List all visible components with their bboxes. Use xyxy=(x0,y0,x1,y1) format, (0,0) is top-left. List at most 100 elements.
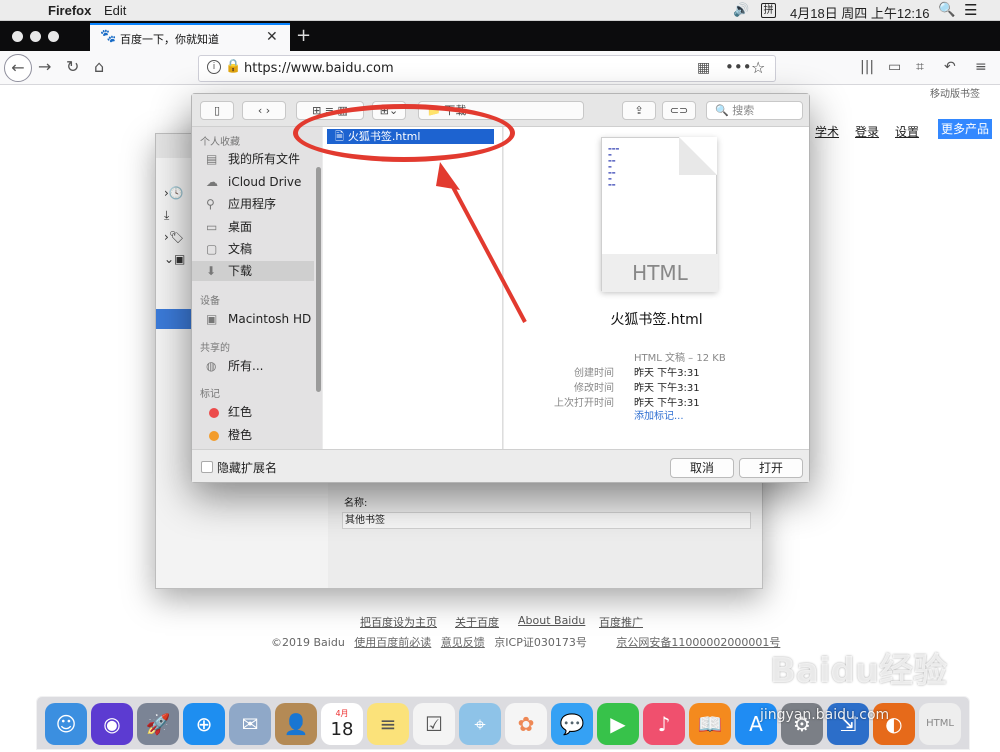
tab-baidu[interactable]: 🐾 百度一下，你就知道 ✕ xyxy=(90,23,290,51)
messages-icon[interactable]: 💬 xyxy=(551,703,593,745)
url-bar[interactable]: i 🔒 https://www.baidu.com ▦ ••• ☆ xyxy=(198,55,776,82)
sidebar-item-desktop[interactable]: ▭ 桌面 xyxy=(192,217,314,237)
sidebar-item-shared-all[interactable]: ◍ 所有... xyxy=(192,356,314,376)
annotation-ellipse xyxy=(293,104,515,162)
tag-button[interactable]: ⊂⊃ xyxy=(662,101,696,120)
opened-label: 上次打开时间 xyxy=(554,398,614,409)
home-icon[interactable]: ⌂ xyxy=(94,57,104,76)
reminders-icon[interactable]: ☑ xyxy=(413,703,455,745)
downloads-stack-icon[interactable]: HTML xyxy=(919,703,961,745)
volume-icon[interactable]: 🔊 xyxy=(733,2,749,18)
history-icon[interactable]: ›🕓 xyxy=(164,186,184,200)
mail-icon[interactable]: ✉ xyxy=(229,703,271,745)
sidebar-item-applications[interactable]: ⚲ 应用程序 xyxy=(192,194,314,214)
footer-link-about-en[interactable]: About Baidu xyxy=(518,614,585,627)
facetime-icon[interactable]: ▶ xyxy=(597,703,639,745)
siri-icon[interactable]: ◉ xyxy=(91,703,133,745)
new-tab-icon[interactable]: + xyxy=(296,25,311,46)
sidebar-icon[interactable]: ▭ xyxy=(888,59,901,75)
sidebar-item-tag-orange[interactable]: 橙色 xyxy=(192,425,314,445)
modified-value: 昨天 下午3:31 xyxy=(634,383,700,394)
cancel-button[interactable]: 取消 xyxy=(670,458,734,478)
input-method-icon[interactable]: 拼 xyxy=(761,3,776,18)
window-close-button[interactable] xyxy=(12,31,23,42)
safari-icon[interactable]: ⊕ xyxy=(183,703,225,745)
library-selected-row[interactable] xyxy=(156,309,196,329)
photos-icon[interactable]: ✿ xyxy=(505,703,547,745)
tags-icon[interactable]: ›🏷 xyxy=(164,230,184,244)
sidebar-item-downloads[interactable]: ⬇ 下载 xyxy=(192,261,314,281)
downloads-icon[interactable]: ⤓ xyxy=(164,208,169,223)
contacts-icon[interactable]: 👤 xyxy=(275,703,317,745)
finder-icon[interactable]: ☺ xyxy=(45,703,87,745)
baidu-link-xueshu[interactable]: 学术 xyxy=(815,123,839,140)
hamburger-menu-icon[interactable]: ≡ xyxy=(975,59,987,75)
window-zoom-button[interactable] xyxy=(48,31,59,42)
mac-menubar: Firefox Edit 🔊 拼 4月18日 周四 上午12:16 🔍 ☰ xyxy=(0,0,1000,21)
share-button[interactable]: ⇪ xyxy=(622,101,656,120)
hide-extension-checkbox[interactable] xyxy=(201,461,213,473)
baidu-jingyan-watermark: Baidu经验 xyxy=(770,651,948,691)
cloud-icon: ☁ xyxy=(206,175,218,189)
footer-link-promote[interactable]: 百度推广 xyxy=(599,614,643,630)
baidu-link-login[interactable]: 登录 xyxy=(855,123,879,140)
notification-center-icon[interactable]: ☰ xyxy=(964,1,977,19)
dialog-search-input[interactable]: 🔍 搜索 xyxy=(706,101,803,120)
notes-icon[interactable]: ≡ xyxy=(367,703,409,745)
screenshot-icon[interactable]: ⌗ xyxy=(916,59,924,75)
calendar-day: 18 xyxy=(330,719,354,740)
baidu-link-settings[interactable]: 设置 xyxy=(895,123,919,140)
preview-filename: 火狐书签.html xyxy=(610,312,703,328)
footer-terms-link[interactable]: 使用百度前必读 xyxy=(354,636,431,649)
sidebar-item-all-files[interactable]: ▤ 我的所有文件 xyxy=(192,149,314,169)
back-forward-buttons[interactable]: ‹ › xyxy=(242,101,286,120)
url-text[interactable]: https://www.baidu.com xyxy=(244,61,394,76)
add-tags-link[interactable]: 添加标记... xyxy=(634,407,684,422)
preview-kind-size: HTML 文稿 – 12 KB xyxy=(634,353,726,364)
footer-police-record[interactable]: 京公网安备11000002000001号 xyxy=(616,636,780,649)
itunes-icon[interactable]: ♪ xyxy=(643,703,685,745)
footer-feedback-link[interactable]: 意见反馈 xyxy=(441,636,485,649)
all-bookmarks-icon[interactable]: ⌄▣ xyxy=(164,252,185,266)
menubar-clock[interactable]: 4月18日 周四 上午12:16 xyxy=(790,3,929,22)
calendar-icon[interactable]: 4月 18 xyxy=(321,703,363,745)
launchpad-icon[interactable]: 🚀 xyxy=(137,703,179,745)
bookmark-star-icon[interactable]: ☆ xyxy=(751,58,765,77)
library-icon[interactable]: ||| xyxy=(860,59,874,75)
back-button[interactable]: ← xyxy=(4,54,32,82)
sidebar-item-macintosh-hd[interactable]: ▣ Macintosh HD xyxy=(192,309,314,329)
red-tag-dot xyxy=(209,408,219,418)
spotlight-icon[interactable]: 🔍 xyxy=(938,1,955,18)
menu-app-name[interactable]: Firefox xyxy=(48,3,91,18)
sidebar-item-tag-red[interactable]: 红色 xyxy=(192,402,314,422)
more-products-button[interactable]: 更多产品 xyxy=(938,119,992,139)
forward-icon[interactable]: → xyxy=(38,57,51,76)
sidebar-toggle-button[interactable]: ▯ xyxy=(200,101,234,120)
created-value: 昨天 下午3:31 xyxy=(634,368,700,379)
devices-header: 设备 xyxy=(200,296,220,307)
undo-icon[interactable]: ↶ xyxy=(944,59,956,75)
preview-pane: ▬▬▬ ▬ ▬▬ ▬ ▬▬ ▬ ▬▬ HTML 火狐书签.html HTML 文稿 – 12… xyxy=(504,127,809,449)
mobile-bookmarks[interactable]: 移动版书签 xyxy=(930,85,980,100)
created-label: 创建时间 xyxy=(574,368,614,379)
reload-icon[interactable]: ↻ xyxy=(66,57,79,76)
window-minimize-button[interactable] xyxy=(30,31,41,42)
tab-close-icon[interactable]: ✕ xyxy=(266,29,278,45)
sidebar-item-icloud[interactable]: ☁ iCloud Drive xyxy=(192,172,314,192)
dialog-sidebar: 个人收藏 ▤ 我的所有文件 ☁ iCloud Drive ⚲ 应用程序 ▭ 桌面 ▢ 文稿… xyxy=(192,127,322,449)
page-actions-icon[interactable]: ••• xyxy=(725,58,752,76)
sidebar-item-documents[interactable]: ▢ 文稿 xyxy=(192,239,314,259)
watermark-url: jingyan.baidu.com xyxy=(760,707,890,723)
footer-link-about[interactable]: 关于百度 xyxy=(455,614,499,630)
sidebar-scrollbar[interactable] xyxy=(316,167,321,392)
maps-icon[interactable]: ⌖ xyxy=(459,703,501,745)
site-info-icon[interactable]: i xyxy=(207,60,221,74)
ibooks-icon[interactable]: 📖 xyxy=(689,703,731,745)
menu-edit[interactable]: Edit xyxy=(104,3,126,18)
html-document-icon: ▬▬▬ ▬ ▬▬ ▬ ▬▬ ▬ ▬▬ HTML xyxy=(601,137,718,292)
name-field[interactable]: 其他书签 xyxy=(342,512,751,529)
open-button[interactable]: 打开 xyxy=(739,458,803,478)
tab-title: 百度一下，你就知道 xyxy=(120,33,219,46)
qr-code-icon[interactable]: ▦ xyxy=(697,60,710,76)
footer-link-homepage[interactable]: 把百度设为主页 xyxy=(360,614,437,630)
